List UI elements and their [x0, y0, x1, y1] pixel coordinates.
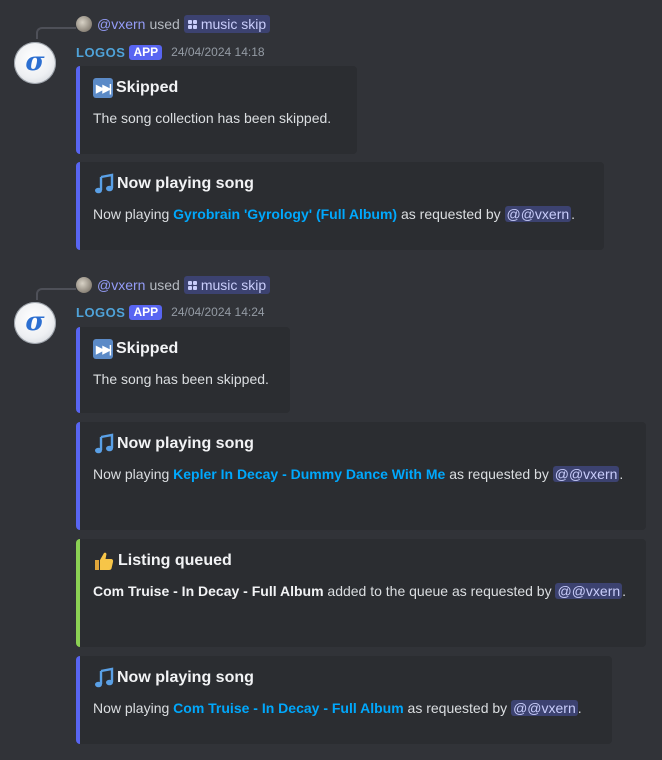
command-name: music skip [200, 16, 267, 32]
reply-username[interactable]: @vxern [97, 277, 145, 293]
user-mention[interactable]: @@vxern [504, 206, 572, 222]
song-link[interactable]: Kepler In Decay - Dummy Dance With Me [173, 466, 445, 482]
author-avatar[interactable]: σ [14, 302, 56, 344]
embed-now-playing: Now playing song Now playing Kepler In D… [76, 422, 646, 530]
embed-title-text: Skipped [116, 340, 179, 357]
message-header: LOGOS APP 24/04/2024 14:24 [76, 302, 265, 322]
embed-description: The song has been skipped. [93, 371, 269, 387]
embed-now-playing: Now playing song Now playing Com Truise … [76, 656, 612, 744]
embed-title-text: Listing queued [118, 552, 232, 569]
embed-title-text: Now playing song [117, 175, 254, 192]
embed-description: Com Truise - In Decay - Full Album added… [93, 581, 630, 601]
reply-used-text: used [149, 277, 180, 293]
author-name[interactable]: LOGOS [76, 305, 125, 320]
desc-suffix: . [577, 700, 582, 716]
sigma-logo-icon: σ [25, 46, 45, 77]
reply-context[interactable]: @vxern used music skip [76, 275, 271, 295]
desc-prefix: Now playing [93, 700, 174, 716]
embed-skipped: ▶▶| Skipped The song collection has been… [76, 66, 357, 154]
embed-description: Now playing Gyrobrain 'Gyrology' (Full A… [93, 204, 588, 224]
song-link[interactable]: Com Truise - In Decay - Full Album [173, 700, 404, 716]
reply-username[interactable]: @vxern [97, 16, 145, 32]
desc-suffix: . [571, 206, 576, 222]
embed-skipped: ▶▶| Skipped The song has been skipped. [76, 327, 290, 413]
embed-title-text: Now playing song [117, 669, 254, 686]
embed-now-playing: Now playing song Now playing Gyrobrain '… [76, 162, 604, 250]
slash-command[interactable]: music skip [183, 276, 271, 294]
embed-title: ▶▶| Skipped [93, 339, 274, 359]
desc-middle: as requested by [403, 700, 512, 716]
desc-middle: as requested by [445, 466, 553, 482]
sigma-logo-icon: σ [25, 306, 45, 337]
skip-icon: ▶▶| [93, 339, 113, 359]
embed-description: Now playing Com Truise - In Decay - Full… [93, 698, 596, 718]
embed-title: ▶▶| Skipped [93, 78, 341, 98]
command-name: music skip [200, 277, 267, 293]
thumbs-up-icon [95, 552, 114, 570]
embed-title-text: Skipped [116, 79, 179, 96]
desc-prefix: Now playing [93, 206, 174, 222]
message-header: LOGOS APP 24/04/2024 14:18 [76, 42, 265, 62]
user-mention[interactable]: @@vxern [555, 583, 623, 599]
embed-title: Now playing song [93, 433, 630, 454]
timestamp[interactable]: 24/04/2024 14:18 [171, 45, 264, 59]
embed-description: The song collection has been skipped. [93, 110, 332, 126]
app-badge: APP [129, 44, 163, 60]
music-note-icon [95, 173, 114, 194]
embed-title: Now playing song [93, 667, 596, 688]
music-note-icon [95, 667, 114, 688]
embed-title-text: Now playing song [117, 435, 254, 452]
reply-used-text: used [149, 16, 180, 32]
listing-name: Com Truise - In Decay - Full Album [93, 583, 324, 599]
embed-description: Now playing Kepler In Decay - Dummy Danc… [93, 464, 630, 484]
command-icon [187, 280, 197, 290]
command-icon [187, 19, 197, 29]
desc-suffix: . [619, 466, 624, 482]
user-mention[interactable]: @@vxern [552, 466, 620, 482]
skip-icon: ▶▶| [93, 78, 113, 98]
desc-middle: added to the queue as requested by [323, 583, 556, 599]
author-name[interactable]: LOGOS [76, 45, 125, 60]
reply-avatar[interactable] [76, 277, 92, 293]
desc-middle: as requested by [397, 206, 505, 222]
reply-avatar[interactable] [76, 16, 92, 32]
embed-listing-queued: Listing queued Com Truise - In Decay - F… [76, 539, 646, 647]
embed-title: Listing queued [93, 551, 630, 571]
song-link[interactable]: Gyrobrain 'Gyrology' (Full Album) [173, 206, 397, 222]
app-badge: APP [129, 304, 163, 320]
reply-context[interactable]: @vxern used music skip [76, 14, 271, 34]
timestamp[interactable]: 24/04/2024 14:24 [171, 305, 264, 319]
music-note-icon [95, 433, 114, 454]
slash-command[interactable]: music skip [183, 15, 271, 33]
reply-spine [36, 288, 76, 300]
author-avatar[interactable]: σ [14, 42, 56, 84]
reply-spine [36, 27, 76, 39]
user-mention[interactable]: @@vxern [511, 700, 578, 716]
embed-title: Now playing song [93, 173, 588, 194]
desc-suffix: . [622, 583, 627, 599]
desc-prefix: Now playing [93, 466, 174, 482]
